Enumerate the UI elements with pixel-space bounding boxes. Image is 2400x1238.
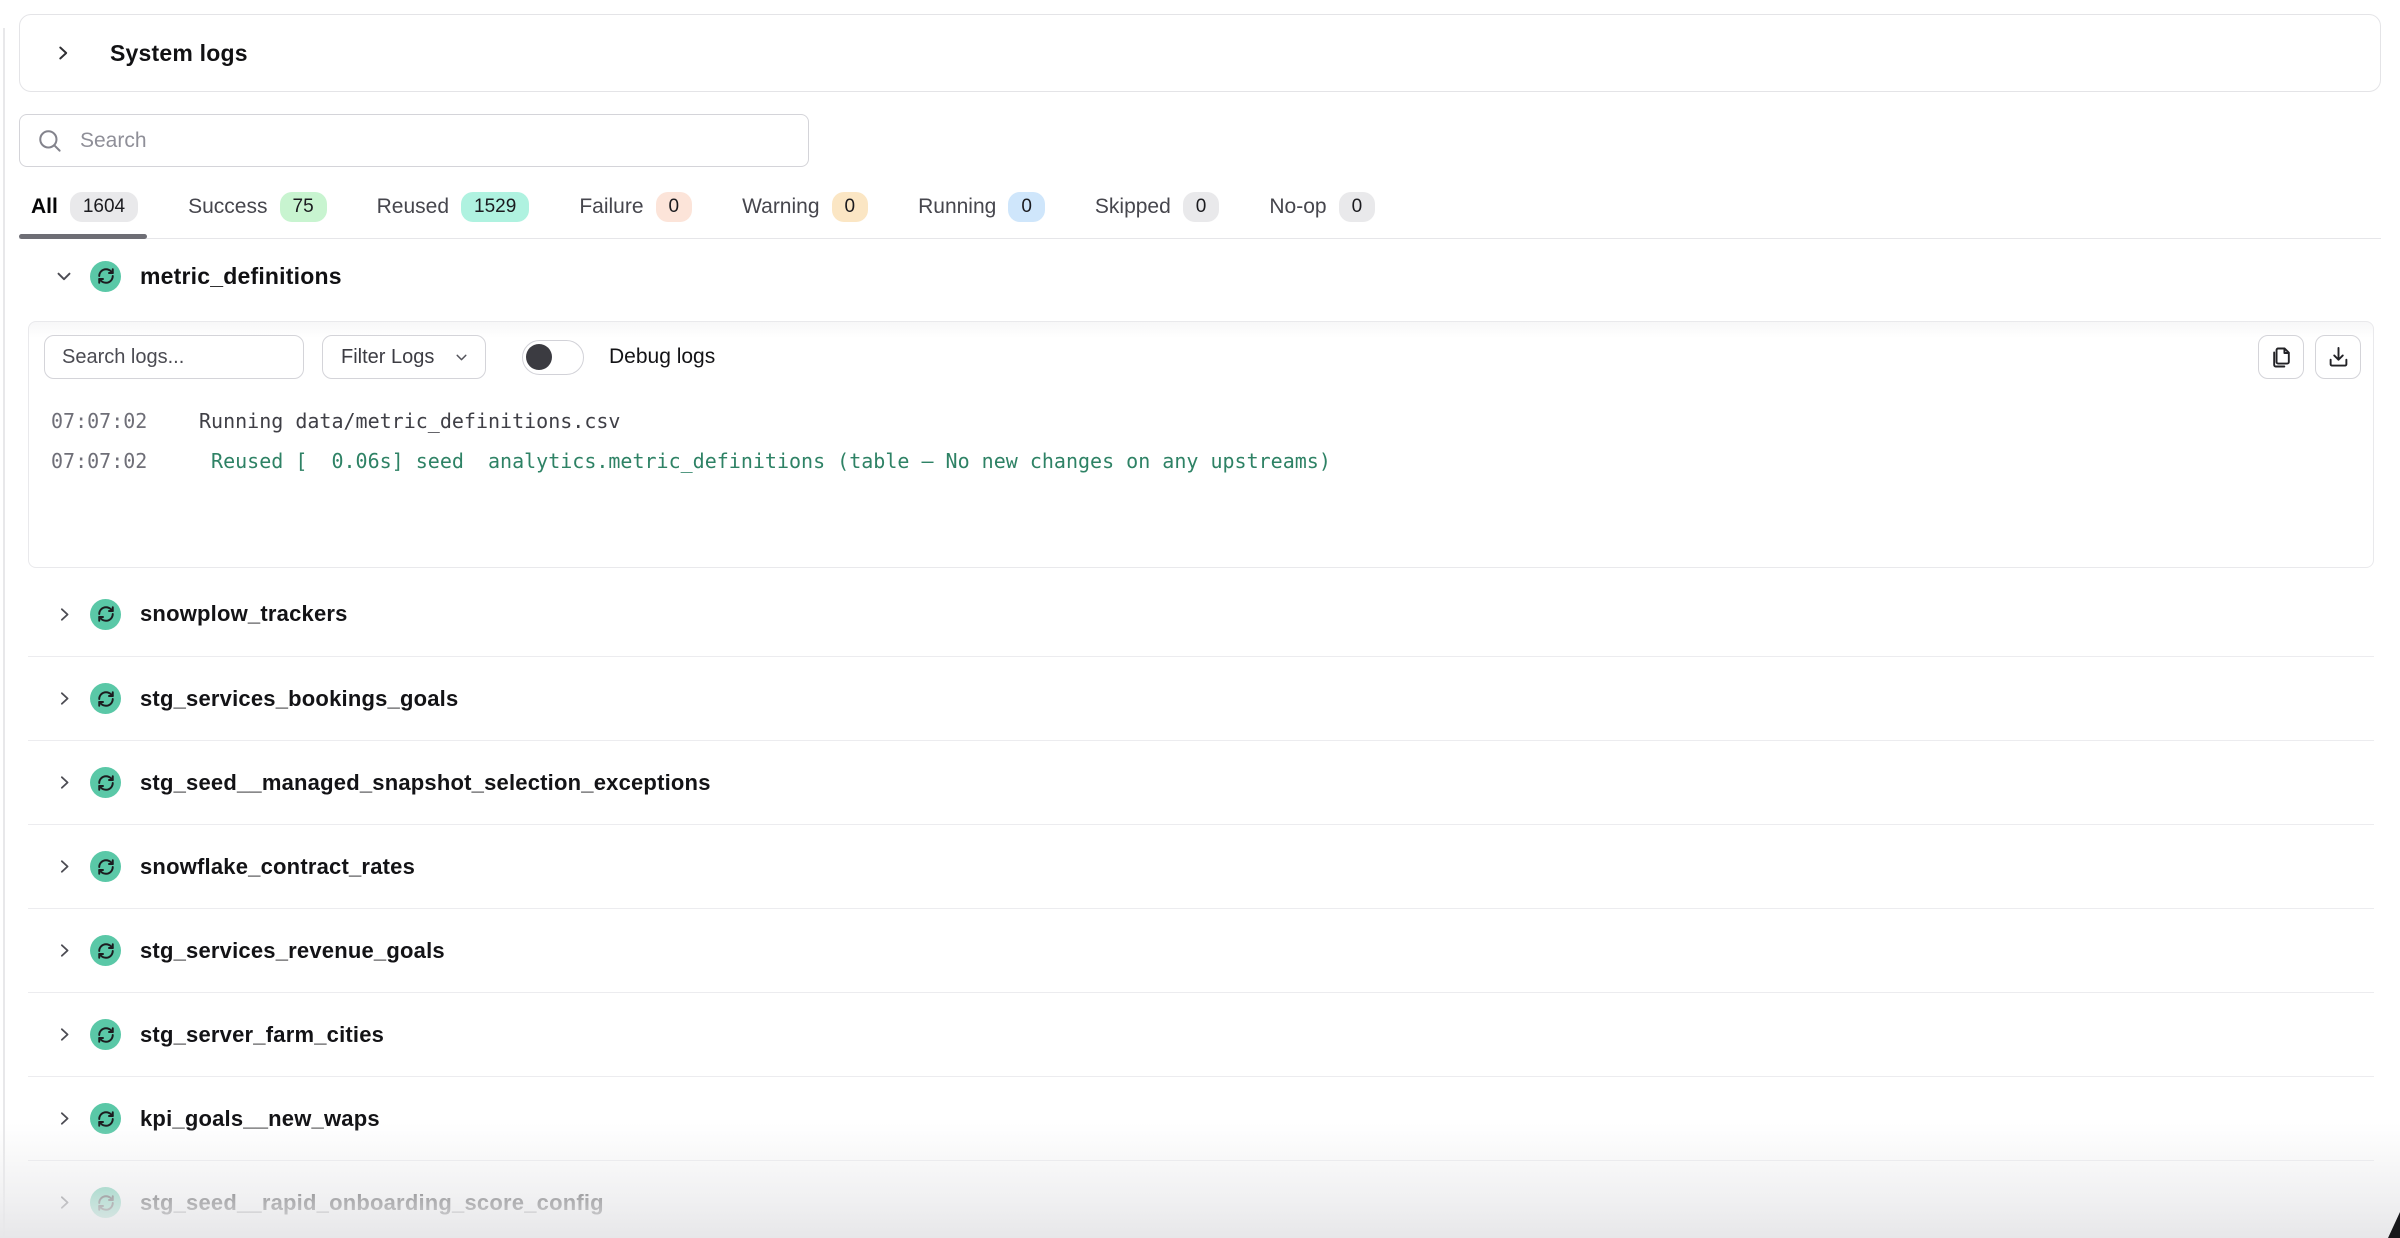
tab-success[interactable]: Success 75 xyxy=(186,184,329,238)
chevron-right-icon xyxy=(54,1192,75,1213)
filter-logs-select[interactable]: Filter Logs xyxy=(322,335,486,379)
status-tabs-bar: All 1604 Success 75 Reused 1529 Failure … xyxy=(19,184,2381,239)
model-row-stg_services_bookings_goals[interactable]: stg_services_bookings_goals xyxy=(28,656,2374,740)
tab-count-badge: 0 xyxy=(1183,192,1220,222)
model-name: stg_services_revenue_goals xyxy=(140,938,445,964)
chevron-right-icon xyxy=(54,856,75,877)
tab-count-badge: 75 xyxy=(280,192,327,222)
model-row-stg_services_revenue_goals[interactable]: stg_services_revenue_goals xyxy=(28,908,2374,992)
refresh-cycle-icon xyxy=(90,683,121,714)
refresh-cycle-icon xyxy=(90,851,121,882)
log-line: 07:07:02 Running data/metric_definitions… xyxy=(51,401,2373,441)
filter-logs-label: Filter Logs xyxy=(341,346,434,369)
global-search[interactable] xyxy=(19,114,809,167)
toggle-knob xyxy=(526,344,552,370)
mouse-cursor xyxy=(2388,1212,2400,1238)
model-row-snowflake_contract_rates[interactable]: snowflake_contract_rates xyxy=(28,824,2374,908)
refresh-cycle-icon xyxy=(90,599,121,630)
tab-failure[interactable]: Failure 0 xyxy=(577,184,694,238)
tab-running[interactable]: Running 0 xyxy=(916,184,1047,238)
search-icon xyxy=(36,127,63,154)
model-name: stg_seed__rapid_onboarding_score_config xyxy=(140,1190,604,1216)
tab-skipped[interactable]: Skipped 0 xyxy=(1093,184,1221,238)
tab-reused[interactable]: Reused 1529 xyxy=(375,184,532,238)
tab-count-badge: 1529 xyxy=(461,192,529,222)
chevron-right-icon xyxy=(54,1108,75,1129)
refresh-cycle-icon xyxy=(90,1187,121,1218)
tab-count-badge: 0 xyxy=(832,192,869,222)
system-logs-header[interactable]: System logs xyxy=(19,14,2381,92)
tab-label: Success xyxy=(188,195,267,219)
tab-label: Running xyxy=(918,195,996,219)
model-name: kpi_goals__new_waps xyxy=(140,1106,380,1132)
panel-left-border xyxy=(3,28,5,1238)
tab-label: All xyxy=(31,195,58,219)
search-input[interactable] xyxy=(78,128,792,154)
copy-logs-button[interactable] xyxy=(2258,335,2304,379)
debug-logs-label: Debug logs xyxy=(609,345,715,369)
model-name: snowflake_contract_rates xyxy=(140,854,415,880)
status-tabs: All 1604 Success 75 Reused 1529 Failure … xyxy=(19,184,2381,238)
section-row-metric-definitions[interactable]: metric_definitions xyxy=(19,247,342,305)
chevron-right-icon xyxy=(54,604,75,625)
tab-count-badge: 0 xyxy=(1339,192,1376,222)
system-logs-title: System logs xyxy=(110,40,248,67)
log-search-input[interactable] xyxy=(44,335,304,379)
debug-logs-toggle[interactable] xyxy=(522,340,584,375)
tab-count-badge: 0 xyxy=(656,192,693,222)
model-row-stg_server_farm_cities[interactable]: stg_server_farm_cities xyxy=(28,992,2374,1076)
model-row-snowplow_trackers[interactable]: snowplow_trackers xyxy=(28,572,2374,656)
tab-count-badge: 0 xyxy=(1008,192,1045,222)
log-line: 07:07:02 Reused [ 0.06s] seed analytics.… xyxy=(51,441,2373,481)
chevron-right-icon xyxy=(52,42,74,64)
refresh-cycle-icon xyxy=(90,261,121,292)
log-message: Reused [ 0.06s] seed analytics.metric_de… xyxy=(199,441,1331,481)
tab-all[interactable]: All 1604 xyxy=(29,184,140,238)
refresh-cycle-icon xyxy=(90,767,121,798)
model-row-stg_seed__managed_snapshot_selection_exceptions[interactable]: stg_seed__managed_snapshot_selection_exc… xyxy=(28,740,2374,824)
tab-label: Skipped xyxy=(1095,195,1171,219)
chevron-right-icon xyxy=(54,772,75,793)
model-name: stg_services_bookings_goals xyxy=(140,686,458,712)
chevron-down-icon xyxy=(453,349,470,366)
tab-label: No-op xyxy=(1269,195,1326,219)
log-panel: Filter Logs Debug logs 07 xyxy=(28,321,2374,568)
model-name: stg_seed__managed_snapshot_selection_exc… xyxy=(140,770,711,796)
chevron-down-icon xyxy=(53,265,75,287)
download-logs-button[interactable] xyxy=(2315,335,2361,379)
model-rows: snowplow_trackers stg_services_bookings_… xyxy=(28,572,2374,1238)
chevron-right-icon xyxy=(54,1024,75,1045)
model-name: snowplow_trackers xyxy=(140,601,348,627)
download-icon xyxy=(2325,344,2352,371)
refresh-cycle-icon xyxy=(90,1019,121,1050)
tab-no-op[interactable]: No-op 0 xyxy=(1267,184,1377,238)
tab-warning[interactable]: Warning 0 xyxy=(740,184,870,238)
tab-label: Failure xyxy=(579,195,643,219)
chevron-right-icon xyxy=(54,940,75,961)
log-toolbar: Filter Logs Debug logs xyxy=(29,322,2373,379)
refresh-cycle-icon xyxy=(90,935,121,966)
tab-count-badge: 1604 xyxy=(70,192,138,222)
log-lines: 07:07:02 Running data/metric_definitions… xyxy=(29,401,2373,481)
tab-label: Warning xyxy=(742,195,819,219)
system-logs-panel: System logs All 1604 Success 75 Reused 1… xyxy=(0,0,2400,1238)
log-timestamp: 07:07:02 xyxy=(51,441,151,481)
chevron-right-icon xyxy=(54,688,75,709)
model-row-kpi_goals__new_waps[interactable]: kpi_goals__new_waps xyxy=(28,1076,2374,1160)
model-row-stg_seed__rapid_onboarding_score_config[interactable]: stg_seed__rapid_onboarding_score_config xyxy=(28,1160,2374,1238)
section-title: metric_definitions xyxy=(140,263,342,290)
copy-icon xyxy=(2268,344,2295,371)
log-message: Running data/metric_definitions.csv xyxy=(199,401,620,441)
refresh-cycle-icon xyxy=(90,1103,121,1134)
tab-label: Reused xyxy=(377,195,449,219)
log-timestamp: 07:07:02 xyxy=(51,401,151,441)
model-name: stg_server_farm_cities xyxy=(140,1022,384,1048)
